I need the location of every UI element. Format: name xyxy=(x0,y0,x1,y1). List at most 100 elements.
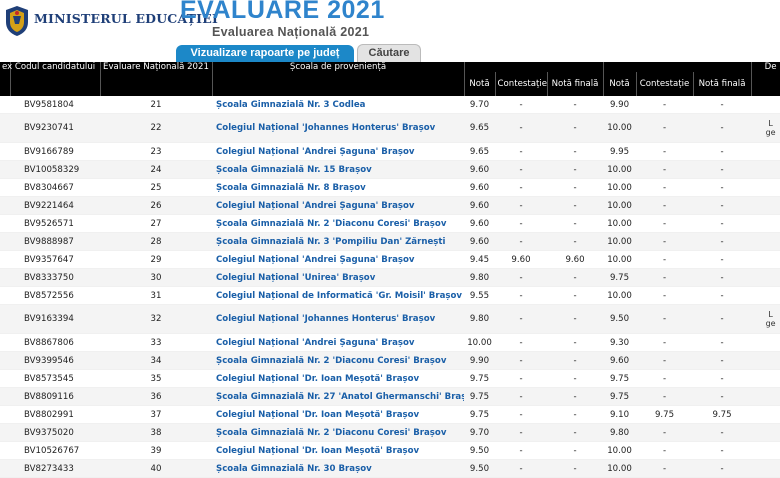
table-row: BV8333750 30 Colegiul Național 'Unirea' Br… xyxy=(0,268,780,287)
contestatie-1-cell: - xyxy=(495,423,547,442)
nota-finala-1-cell: - xyxy=(547,441,604,460)
contestatie-1-cell: - xyxy=(495,160,547,179)
nota-2-cell: 10.00 xyxy=(603,113,637,143)
col-header-nota-2[interactable]: Notă xyxy=(603,72,637,96)
table-row: BV8573545 35 Colegiul Național 'Dr. Ioan M… xyxy=(0,369,780,388)
contestatie-2-cell: - xyxy=(636,250,694,269)
nota-finala-2-cell: - xyxy=(693,333,752,352)
school-link[interactable]: Colegiul Național 'Andrei Șaguna' Brașov xyxy=(212,142,464,161)
contestatie-1-cell: - xyxy=(495,459,547,478)
col-header-nota-finala-2[interactable]: Notă finală xyxy=(693,72,752,96)
rank-cell: 23 xyxy=(100,142,212,161)
school-link[interactable]: Școala Gimnazială Nr. 15 Brașov xyxy=(212,160,464,179)
results-table-body: BV9581804 21 Școala Gimnazială Nr. 3 Codle… xyxy=(0,96,780,478)
extra-cell xyxy=(751,160,780,179)
school-link[interactable]: Colegiul Național 'Andrei Șaguna' Brașov xyxy=(212,250,464,269)
extra-cell: Lge xyxy=(751,304,780,334)
nota-finala-1-cell: - xyxy=(547,142,604,161)
extra-cell xyxy=(751,142,780,161)
col-header-school[interactable]: Școala de proveniență xyxy=(212,62,465,96)
row-index-cell xyxy=(0,268,10,287)
row-index-cell xyxy=(0,250,10,269)
school-link[interactable]: Școala Gimnazială Nr. 2 'Diaconu Coresi'… xyxy=(212,351,464,370)
school-link[interactable]: Școala Gimnazială Nr. 2 'Diaconu Coresi'… xyxy=(212,423,464,442)
candidate-code-cell: BV8572556 xyxy=(10,286,100,305)
nota-1-cell: 9.50 xyxy=(464,441,495,460)
candidate-code-cell: BV8802991 xyxy=(10,405,100,424)
candidate-code-cell: BV10526767 xyxy=(10,441,100,460)
table-row: BV8273433 40 Școala Gimnazială Nr. 30 Braș… xyxy=(0,459,780,478)
school-link[interactable]: Școala Gimnazială Nr. 30 Brașov xyxy=(212,459,464,478)
extra-cell xyxy=(751,459,780,478)
tab-search[interactable]: Căutare xyxy=(357,44,421,62)
nota-1-cell: 9.70 xyxy=(464,96,495,114)
rank-cell: 35 xyxy=(100,369,212,388)
nota-finala-2-cell: - xyxy=(693,196,752,215)
school-link[interactable]: Colegiul Național 'Unirea' Brașov xyxy=(212,268,464,287)
nota-finala-1-cell: - xyxy=(547,351,604,370)
tab-county-reports[interactable]: Vizualizare rapoarte pe județ xyxy=(176,45,354,62)
romania-coat-of-arms-icon xyxy=(6,6,28,36)
table-row: BV10058329 24 Școala Gimnazială Nr. 15 Bra… xyxy=(0,160,780,179)
nota-finala-1-cell: - xyxy=(547,405,604,424)
row-index-cell xyxy=(0,423,10,442)
nota-finala-2-cell: - xyxy=(693,268,752,287)
nota-finala-2-cell: - xyxy=(693,351,752,370)
nota-finala-1-cell: - xyxy=(547,333,604,352)
page-header: MINISTERUL EDUCAȚIEI EVALUARE 2021 Evalu… xyxy=(0,0,780,66)
contestatie-1-cell: - xyxy=(495,113,547,143)
table-row: BV9163394 32 Colegiul Național 'Johannes H… xyxy=(0,304,780,334)
nota-finala-1-cell: - xyxy=(547,214,604,233)
contestatie-2-cell: - xyxy=(636,196,694,215)
row-index-cell xyxy=(0,232,10,251)
rank-cell: 33 xyxy=(100,333,212,352)
nota-finala-1-cell: - xyxy=(547,459,604,478)
nota-finala-2-cell: - xyxy=(693,369,752,388)
col-header-contestatie-2[interactable]: Contestație xyxy=(636,72,694,96)
col-header-nota-1[interactable]: Notă xyxy=(464,72,496,96)
nota-2-cell: 10.00 xyxy=(603,232,637,251)
col-header-contestatie-1[interactable]: Contestație xyxy=(495,72,548,96)
school-link[interactable]: Școala Gimnazială Nr. 3 Codlea xyxy=(212,96,464,114)
nota-finala-2-cell: - xyxy=(693,423,752,442)
extra-cell: Lge xyxy=(751,113,780,143)
nota-2-cell: 9.30 xyxy=(603,333,637,352)
nota-finala-2-cell: - xyxy=(693,178,752,197)
school-link[interactable]: Școala Gimnazială Nr. 8 Brașov xyxy=(212,178,464,197)
school-link[interactable]: Colegiul Național 'Dr. Ioan Meșotă' Braș… xyxy=(212,405,464,424)
school-link[interactable]: Școala Gimnazială Nr. 2 'Diaconu Coresi'… xyxy=(212,214,464,233)
school-link[interactable]: Școala Gimnazială Nr. 3 'Pompiliu Dan' Z… xyxy=(212,232,464,251)
school-link[interactable]: Colegiul Național 'Andrei Șaguna' Brașov xyxy=(212,196,464,215)
contestatie-1-cell: - xyxy=(495,333,547,352)
candidate-code-cell: BV9230741 xyxy=(10,113,100,143)
col-header-code[interactable]: Codul candidatului xyxy=(10,62,101,96)
school-link[interactable]: Școala Gimnazială Nr. 27 'Anatol Gherman… xyxy=(212,387,464,406)
col-header-index: ex xyxy=(0,62,12,96)
row-index-cell xyxy=(0,387,10,406)
school-link[interactable]: Colegiul Național 'Dr. Ioan Meșotă' Braș… xyxy=(212,369,464,388)
nota-finala-1-cell: - xyxy=(547,304,604,334)
extra-cell xyxy=(751,214,780,233)
candidate-code-cell: BV9581804 xyxy=(10,96,100,114)
rank-cell: 28 xyxy=(100,232,212,251)
rank-cell: 34 xyxy=(100,351,212,370)
page-title: EVALUARE 2021 xyxy=(180,0,385,24)
results-table: ex Codul candidatului Evaluare Națională… xyxy=(0,62,780,478)
contestatie-1-cell: - xyxy=(495,196,547,215)
nota-2-cell: 9.75 xyxy=(603,387,637,406)
nota-finala-2-cell: - xyxy=(693,441,752,460)
nota-1-cell: 9.60 xyxy=(464,232,495,251)
school-link[interactable]: Colegiul Național 'Johannes Honterus' Br… xyxy=(212,304,464,334)
school-link[interactable]: Colegiul Național de Informatică 'Gr. Mo… xyxy=(212,286,464,305)
table-row: BV9230741 22 Colegiul Național 'Johannes H… xyxy=(0,113,780,143)
contestatie-2-cell: - xyxy=(636,113,694,143)
col-header-rank[interactable]: Evaluare Națională 2021 xyxy=(100,62,213,96)
extra-cell xyxy=(751,423,780,442)
school-link[interactable]: Colegiul Național 'Johannes Honterus' Br… xyxy=(212,113,464,143)
contestatie-1-cell: - xyxy=(495,232,547,251)
school-link[interactable]: Colegiul Național 'Andrei Șaguna' Brașov xyxy=(212,333,464,352)
results-table-container: ex Codul candidatului Evaluare Națională… xyxy=(0,62,780,478)
school-link[interactable]: Colegiul Național 'Dr. Ioan Meșotă' Braș… xyxy=(212,441,464,460)
nota-1-cell: 9.75 xyxy=(464,405,495,424)
col-header-nota-finala-1[interactable]: Notă finală xyxy=(547,72,604,96)
